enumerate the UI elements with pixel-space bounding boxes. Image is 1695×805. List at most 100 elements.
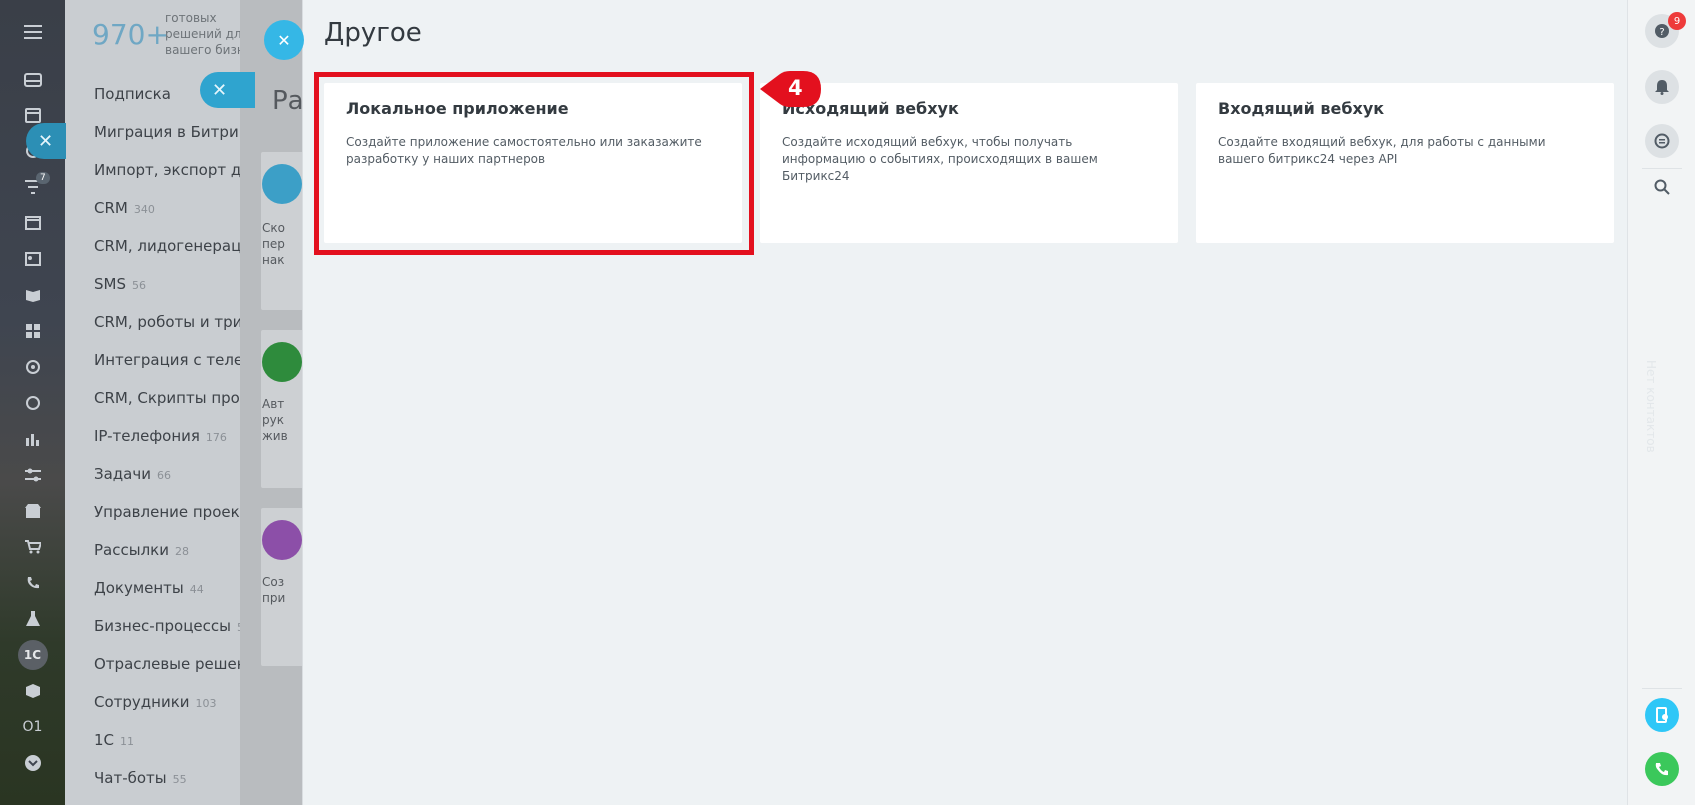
tile-description: Создайте исходящий вебхук, чтобы получат… bbox=[782, 135, 1098, 183]
tile-incoming-webhook[interactable]: Входящий вебхук Создайте входящий вебхук… bbox=[1196, 83, 1614, 243]
close-catalog-button[interactable]: ✕ bbox=[200, 72, 255, 108]
category-label: IP-телефония bbox=[94, 427, 200, 445]
target-icon[interactable] bbox=[0, 352, 65, 382]
apps-grid-icon[interactable] bbox=[0, 316, 65, 346]
category-label: CRM, лидогенерация bbox=[94, 237, 240, 255]
category-count: 340 bbox=[133, 203, 155, 216]
category-item[interactable]: CRM 340 bbox=[94, 199, 155, 217]
filter-icon[interactable] bbox=[0, 172, 65, 202]
category-label: Чат-боты bbox=[94, 769, 167, 787]
category-item[interactable]: Миграция в Битрикс bbox=[94, 123, 240, 141]
left-icon-bar: 7 1C O1 bbox=[0, 0, 65, 805]
bell-icon[interactable] bbox=[1645, 70, 1679, 104]
store-icon[interactable] bbox=[0, 496, 65, 526]
category-item[interactable]: 1С 11 bbox=[94, 731, 134, 749]
cart-icon[interactable] bbox=[0, 532, 65, 562]
panel-heading: Ра bbox=[272, 86, 302, 116]
right-sidebar: ? 9 bbox=[1627, 0, 1695, 805]
chevron-down-icon[interactable] bbox=[0, 748, 65, 778]
category-label: 1С bbox=[94, 731, 115, 749]
category-item[interactable]: Импорт, экспорт дан bbox=[94, 161, 240, 179]
card-icon-green bbox=[262, 342, 302, 382]
inbox-icon[interactable] bbox=[0, 65, 65, 95]
category-item[interactable]: Сотрудники 103 bbox=[94, 693, 217, 711]
solutions-count: 970+ bbox=[92, 18, 169, 51]
category-count: 28 bbox=[174, 545, 189, 558]
category-label: CRM bbox=[94, 199, 128, 217]
category-label: CRM, Скрипты прода bbox=[94, 389, 240, 407]
step-callout: 4 bbox=[760, 70, 822, 108]
highlight-frame bbox=[314, 72, 754, 255]
category-label: Задачи bbox=[94, 465, 151, 483]
category-count: 55 bbox=[172, 773, 187, 786]
help-badge: 9 bbox=[1668, 12, 1686, 30]
contact-card-icon[interactable] bbox=[0, 244, 65, 274]
category-item[interactable]: Чат-боты 55 bbox=[94, 769, 187, 787]
category-label: Подписка bbox=[94, 85, 171, 103]
flask-icon[interactable] bbox=[0, 604, 65, 634]
filter-badge: 7 bbox=[36, 172, 50, 184]
search-icon[interactable] bbox=[1645, 170, 1679, 204]
category-count: 44 bbox=[189, 583, 204, 596]
settings-sliders-icon[interactable] bbox=[0, 460, 65, 490]
category-label: Документы bbox=[94, 579, 184, 597]
card-snippet: Соз при bbox=[262, 575, 286, 605]
book-icon[interactable] bbox=[0, 280, 65, 310]
svg-text:?: ? bbox=[1659, 27, 1664, 38]
category-item[interactable]: Рассылки 28 bbox=[94, 541, 189, 559]
category-label: Импорт, экспорт дан bbox=[94, 161, 240, 179]
moon-icon[interactable] bbox=[0, 388, 65, 418]
category-item[interactable]: CRM, лидогенерация bbox=[94, 237, 240, 255]
category-item[interactable]: Подписка bbox=[94, 85, 171, 103]
category-label: Бизнес-процессы bbox=[94, 617, 231, 635]
category-count: 66 bbox=[156, 469, 171, 482]
category-label: Отраслевые решени bbox=[94, 655, 240, 673]
category-count: 56 bbox=[132, 279, 146, 292]
category-label: SMS bbox=[94, 275, 126, 293]
category-item[interactable]: CRM, Скрипты прода bbox=[94, 389, 240, 407]
category-item[interactable]: Бизнес-процессы55 bbox=[94, 617, 240, 635]
category-label: Миграция в Битрикс bbox=[94, 123, 240, 141]
category-item[interactable]: SMS 56 bbox=[94, 275, 146, 293]
divider bbox=[1642, 168, 1682, 169]
chat-icon[interactable] bbox=[1645, 124, 1679, 158]
card-snippet: Авт рук жив bbox=[262, 397, 288, 443]
close-panel-button[interactable]: ✕ bbox=[26, 123, 66, 159]
category-item[interactable]: Интеграция с телеф bbox=[94, 351, 240, 369]
window-icon[interactable] bbox=[0, 208, 65, 238]
category-label: Интеграция с телеф bbox=[94, 351, 240, 369]
close-icon: ✕ bbox=[212, 79, 228, 101]
category-item[interactable]: Отраслевые решени bbox=[94, 655, 240, 673]
menu-icon[interactable] bbox=[0, 17, 65, 47]
o1-label[interactable]: O1 bbox=[0, 712, 65, 742]
category-item[interactable]: IP-телефония 176 bbox=[94, 427, 227, 445]
category-item[interactable]: Управление проекта bbox=[94, 503, 240, 521]
chart-icon[interactable] bbox=[0, 424, 65, 454]
category-label: Управление проекта bbox=[94, 503, 240, 521]
divider bbox=[1642, 688, 1682, 689]
tile-outgoing-webhook[interactable]: Исходящий вебхук Создайте исходящий вебх… bbox=[760, 83, 1178, 243]
tile-title: Входящий вебхук bbox=[1218, 99, 1385, 118]
category-item[interactable]: Задачи 66 bbox=[94, 465, 171, 483]
1c-icon[interactable]: 1C bbox=[0, 640, 65, 670]
phone-call-icon[interactable] bbox=[1645, 752, 1679, 786]
solutions-caption: готовых решений для вашего бизне bbox=[165, 11, 240, 57]
no-contacts-label: Нет контактов bbox=[1644, 360, 1658, 453]
cube-icon[interactable] bbox=[0, 676, 65, 706]
close-icon: ✕ bbox=[277, 30, 291, 50]
category-count: 103 bbox=[195, 697, 217, 710]
step-number: 4 bbox=[788, 76, 803, 100]
mobile-app-icon[interactable] bbox=[1645, 698, 1679, 732]
card-snippet: Ско пер нак bbox=[262, 221, 285, 267]
tile-title: Исходящий вебхук bbox=[782, 99, 959, 118]
phone-icon[interactable] bbox=[0, 568, 65, 598]
category-label: Сотрудники bbox=[94, 693, 190, 711]
catalog-menu: 970+ готовых решений для вашего бизне По… bbox=[65, 0, 240, 805]
category-item[interactable]: CRM, роботы и триг bbox=[94, 313, 240, 331]
tile-description: Создайте входящий вебхук, для работы с д… bbox=[1218, 135, 1546, 166]
category-count: 176 bbox=[205, 431, 227, 444]
category-item[interactable]: Документы 44 bbox=[94, 579, 204, 597]
category-count: 11 bbox=[120, 735, 135, 748]
close-slider-button[interactable]: ✕ bbox=[264, 20, 304, 60]
card-icon-blue bbox=[262, 164, 302, 204]
